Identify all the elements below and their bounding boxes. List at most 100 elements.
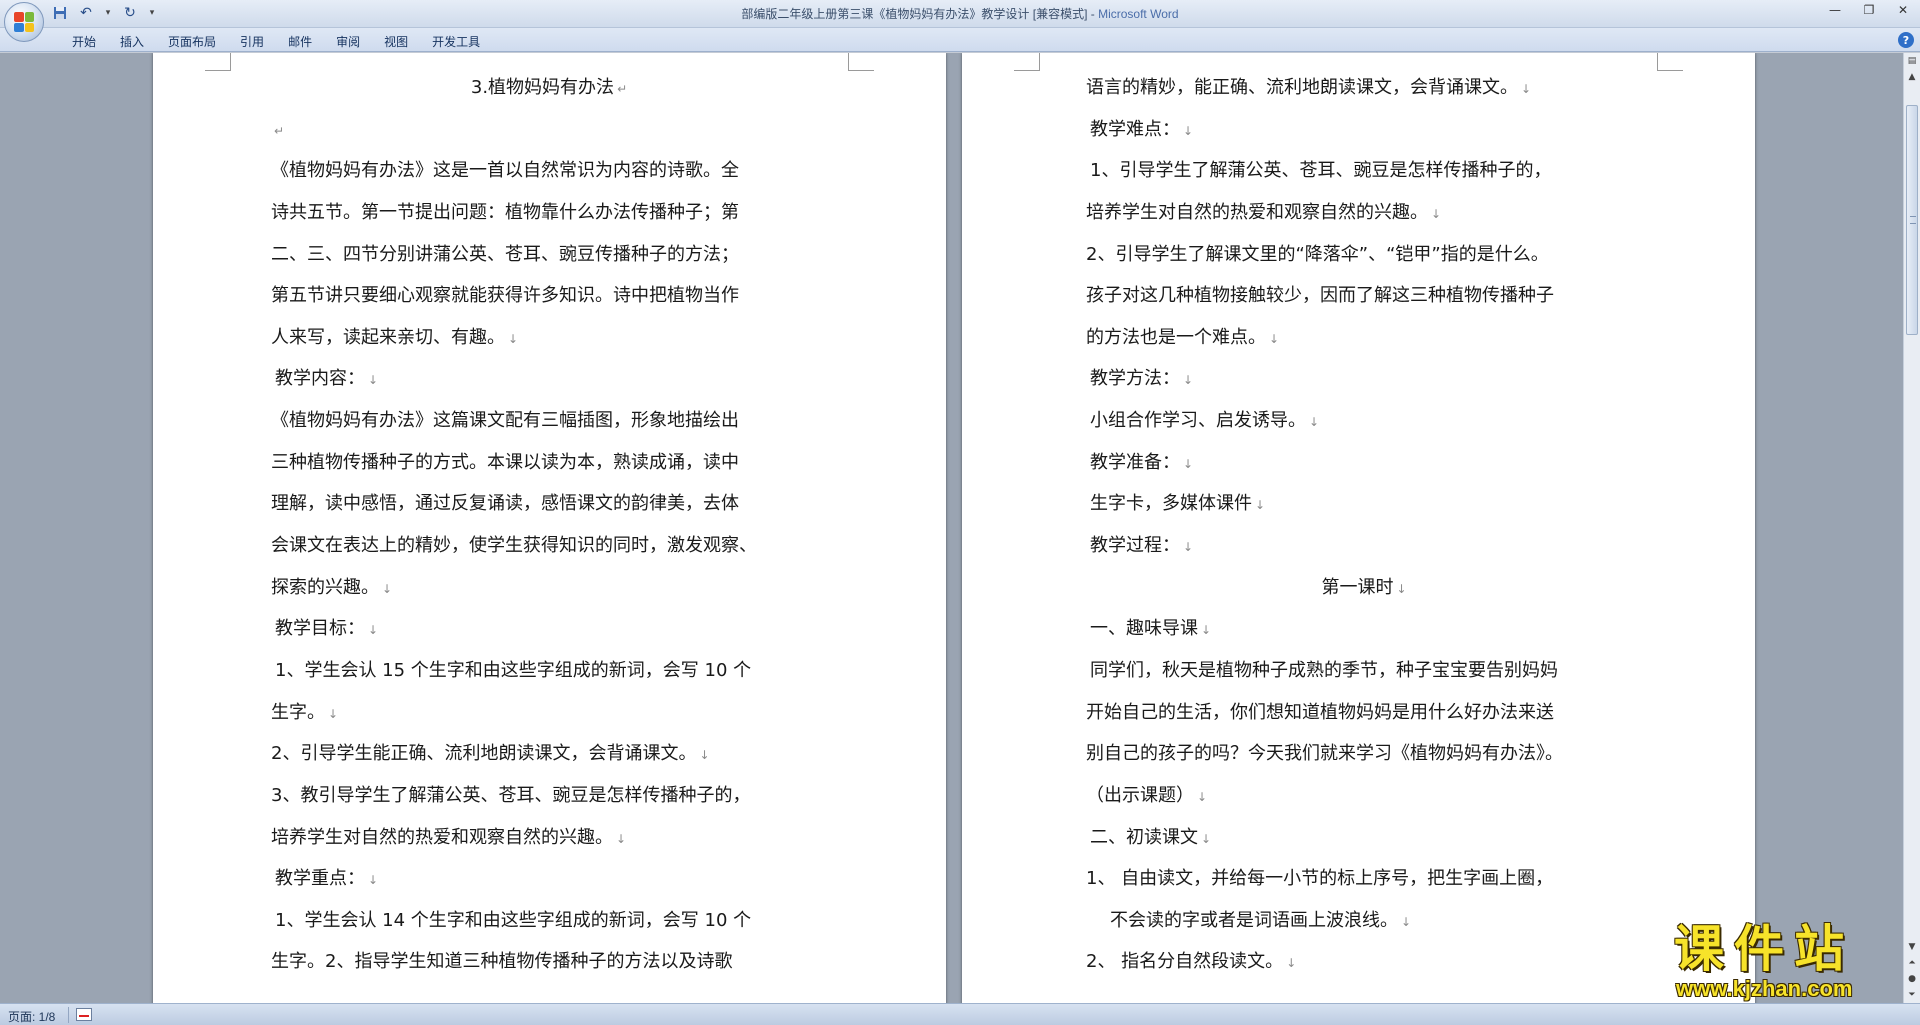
text-line[interactable]: 教学目标： ↓ — [271, 608, 827, 650]
text-line[interactable]: 《植物妈妈有办法》这篇课文配有三幅插图，形象地描绘出 — [271, 400, 827, 442]
office-button[interactable] — [4, 2, 44, 42]
text-line[interactable]: 教学重点： ↓ — [271, 858, 827, 900]
ruler-toggle-icon[interactable]: ▤ — [1904, 53, 1920, 69]
text-line[interactable]: 生字。2、指导学生知道三种植物传播种子的方法以及诗歌 — [271, 941, 827, 983]
text-line[interactable]: 教学内容： ↓ — [271, 358, 827, 400]
line-text: 1、 自由读文，并给每一小节的标上序号，把生字画上圈， — [1086, 868, 1554, 890]
text-line[interactable]: 第一课时 ↓ — [1086, 567, 1642, 609]
text-line[interactable]: 二、三、四节分别讲蒲公英、苍耳、豌豆传播种子的方法； — [271, 234, 827, 276]
paragraph-mark-icon: ↓ — [1201, 831, 1212, 846]
text-line[interactable]: 1、学生会认 14 个生字和由这些字组成的新词，会写 10 个 — [271, 900, 827, 942]
text-line[interactable]: 2、引导学生了解课文里的“降落伞”、“铠甲”指的是什么。 — [1086, 234, 1642, 276]
line-text: 培养学生对自然的热爱和观察自然的兴趣。 — [1086, 201, 1428, 223]
line-text: 语言的精妙，能正确、流利地朗读课文，会背诵课文。 — [1086, 77, 1518, 98]
text-line[interactable]: 诗共五节。第一节提出问题：植物靠什么办法传播种子；第 — [271, 192, 827, 234]
text-line[interactable]: ↵ — [271, 109, 827, 151]
page-2[interactable]: 语言的精妙，能正确、流利地朗读课文，会背诵课文。 ↓ 教学难点： ↓ 1、引导学生了解蒲… — [962, 53, 1755, 1003]
text-line[interactable]: 的方法也是一个难点。 ↓ — [1086, 317, 1642, 359]
text-line[interactable]: 三种植物传播种子的方式。本课以读为本，熟读成诵，读中 — [271, 442, 827, 484]
line-text: 《植物妈妈有办法》这篇课文配有三幅插图，形象地描绘出 — [271, 410, 739, 432]
text-line[interactable]: 教学方法： ↓ — [1086, 358, 1642, 400]
tab-view[interactable]: 视图 — [372, 31, 420, 52]
text-line[interactable]: 开始自己的生活，你们想知道植物妈妈是用什么好办法来送 — [1086, 692, 1642, 734]
text-line[interactable]: 1、引导学生了解蒲公英、苍耳、豌豆是怎样传播种子的， — [1086, 150, 1642, 192]
paragraph-mark-icon: ↓ — [368, 873, 379, 888]
help-icon[interactable]: ? — [1898, 32, 1914, 48]
text-line[interactable]: 3、教引导学生了解蒲公英、苍耳、豌豆是怎样传播种子的， — [271, 775, 827, 817]
line-text: 理解，读中感悟，通过反复诵读，感悟课文的韵律美，去体 — [271, 493, 739, 515]
text-line[interactable]: 培养学生对自然的热爱和观察自然的兴趣。 ↓ — [1086, 192, 1642, 234]
minimize-icon[interactable]: — — [1818, 0, 1852, 20]
text-line[interactable]: 人来写，读起来亲切、有趣。 ↓ — [271, 317, 827, 359]
scroll-down-icon[interactable]: ▼ — [1904, 939, 1920, 955]
window-controls: — ❐ ✕ — [1818, 0, 1920, 20]
text-line[interactable]: 1、学生会认 15 个生字和由这些字组成的新词，会写 10 个 — [271, 650, 827, 692]
tab-references[interactable]: 引用 — [228, 31, 276, 52]
previous-page-icon[interactable]: ⏶ — [1904, 955, 1920, 971]
restore-icon[interactable]: ❐ — [1852, 0, 1886, 20]
text-line[interactable]: 二、初读课文 ↓ — [1086, 817, 1642, 859]
text-line[interactable]: 不会读的字或者是词语画上波浪线。 ↓ — [1086, 900, 1642, 942]
tab-mailings[interactable]: 邮件 — [276, 31, 324, 52]
tab-page-layout[interactable]: 页面布局 — [156, 31, 228, 52]
paragraph-mark-icon: ↓ — [1401, 914, 1412, 929]
text-line[interactable]: 生字。 ↓ — [271, 692, 827, 734]
text-line[interactable]: 教学难点： ↓ — [1086, 109, 1642, 151]
text-line[interactable]: 小组合作学习、启发诱导。 ↓ — [1086, 400, 1642, 442]
text-line[interactable]: 《植物妈妈有办法》这是一首以自然常识为内容的诗歌。全 — [271, 150, 827, 192]
line-text: 第一课时 — [1321, 576, 1394, 598]
scrollbar-bottom-controls: ▼ ⏶ ● ⏷ — [1904, 939, 1920, 1003]
paragraph-mark-icon: ↓ — [1183, 373, 1194, 388]
text-line[interactable]: 3.植物妈妈有办法 ↵ — [271, 67, 827, 109]
text-line[interactable]: 培养学生对自然的热爱和观察自然的兴趣。 ↓ — [271, 817, 827, 859]
text-line[interactable]: 教学准备： ↓ — [1086, 442, 1642, 484]
text-line[interactable]: 生字卡，多媒体课件 ↓ — [1086, 483, 1642, 525]
text-line[interactable]: 第五节讲只要细心观察就能获得许多知识。诗中把植物当作 — [271, 275, 827, 317]
text-line[interactable]: 教学过程： ↓ — [1086, 525, 1642, 567]
text-line[interactable]: 同学们，秋天是植物种子成熟的季节，种子宝宝要告别妈妈 — [1086, 650, 1642, 692]
text-line[interactable]: 2、引导学生能正确、流利地朗读课文，会背诵课文。 ↓ — [271, 733, 827, 775]
text-line[interactable]: 会课文在表达上的精妙，使学生获得知识的同时，激发观察、 — [271, 525, 827, 567]
close-icon[interactable]: ✕ — [1886, 0, 1920, 20]
line-text: 《植物妈妈有办法》这是一首以自然常识为内容的诗歌。全 — [271, 160, 739, 182]
text-line[interactable]: 探索的兴趣。 ↓ — [271, 567, 827, 609]
text-line[interactable]: 孩子对这几种植物接触较少，因而了解这三种植物传播种子 — [1086, 275, 1642, 317]
tab-review[interactable]: 审阅 — [324, 31, 372, 52]
line-text: 3.植物妈妈有办法 — [470, 77, 615, 98]
paragraph-mark-icon: ↓ — [328, 706, 339, 721]
line-text: 不会读的字或者是词语画上波浪线。 — [1110, 909, 1398, 931]
line-text: 孩子对这几种植物接触较少，因而了解这三种植物传播种子 — [1086, 285, 1554, 307]
app-name: Microsoft Word — [1098, 7, 1179, 21]
line-text: 生字。 — [271, 701, 325, 723]
line-text: 二、初读课文 — [1090, 826, 1198, 848]
line-text: 同学们，秋天是植物种子成熟的季节，种子宝宝要告别妈妈 — [1090, 659, 1558, 681]
tab-home[interactable]: 开始 — [60, 31, 108, 52]
scrollbar-thumb[interactable] — [1906, 105, 1918, 335]
line-text: 教学重点： — [275, 868, 365, 890]
text-line[interactable]: 语言的精妙，能正确、流利地朗读课文，会背诵课文。 ↓ — [1086, 67, 1642, 109]
paragraph-mark-icon: ↓ — [616, 831, 627, 846]
text-line[interactable]: 理解，读中感悟，通过反复诵读，感悟课文的韵律美，去体 — [271, 483, 827, 525]
scroll-up-icon[interactable]: ▲ — [1904, 69, 1920, 85]
paragraph-mark-icon: ↓ — [1183, 540, 1194, 555]
vertical-scrollbar[interactable]: ▤ ▲ ▼ ⏶ ● ⏷ — [1903, 53, 1920, 1003]
paragraph-mark-icon: ↓ — [382, 581, 393, 596]
window-title: 部编版二年级上册第三课《植物妈妈有办法》教学设计 [兼容模式] - Micros… — [0, 5, 1920, 22]
tab-insert[interactable]: 插入 — [108, 31, 156, 52]
crop-mark — [1657, 53, 1683, 71]
document-title: 部编版二年级上册第三课《植物妈妈有办法》教学设计 [兼容模式] - — [741, 7, 1099, 21]
text-line[interactable]: 2、 指名分自然段读文。 ↓ — [1086, 941, 1642, 983]
proofing-icon[interactable] — [76, 1008, 92, 1021]
text-line[interactable]: 一、趣味导课 ↓ — [1086, 608, 1642, 650]
text-line[interactable]: 1、 自由读文，并给每一小节的标上序号，把生字画上圈， — [1086, 858, 1642, 900]
line-text: 教学目标： — [275, 618, 365, 640]
browse-object-icon[interactable]: ● — [1904, 971, 1920, 987]
status-bar: 页面: 1/8 — [0, 1003, 1920, 1025]
text-line[interactable]: 别自己的孩子的吗？今天我们就来学习《植物妈妈有办法》。 — [1086, 733, 1642, 775]
tab-developer[interactable]: 开发工具 — [420, 31, 492, 52]
page-indicator[interactable]: 页面: 1/8 — [8, 1008, 55, 1025]
next-page-icon[interactable]: ⏷ — [1904, 987, 1920, 1003]
paragraph-mark-icon: ↓ — [699, 748, 710, 763]
page-1[interactable]: 3.植物妈妈有办法 ↵ ↵ 《植物妈妈有办法》这是一首以自然常识为内容的诗歌。全诗共五… — [153, 53, 946, 1003]
text-line[interactable]: （出示课题） ↓ — [1086, 775, 1642, 817]
